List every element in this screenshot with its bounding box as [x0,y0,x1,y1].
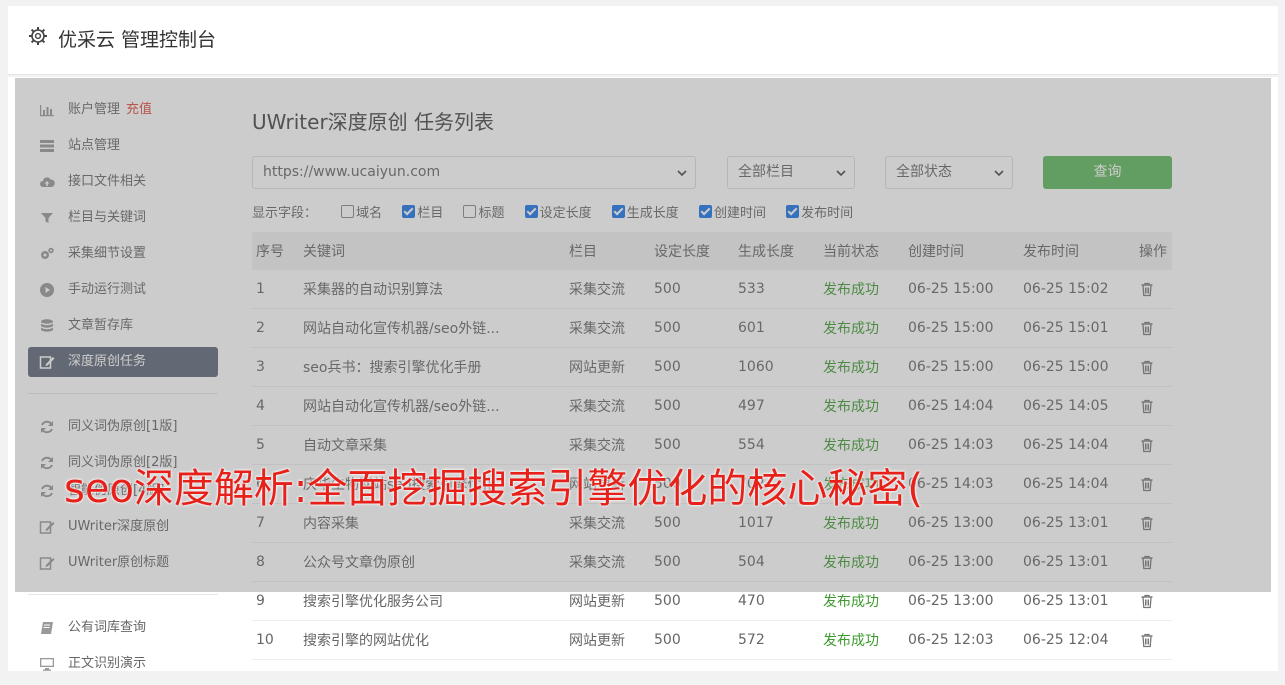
top-header: 优采云 管理控制台 [8,6,1278,75]
trash-icon[interactable] [1139,632,1155,648]
row-actions [1135,620,1172,660]
table-cell: 发布成功 [819,620,904,660]
table-cell: 500 [650,620,734,660]
table-cell: 10 [252,620,299,660]
dim-overlay [15,78,1271,592]
table-row: 10 搜索引擎的网站优化 网站更新 500 572 发布成功 06-25 12:03 06-2… [252,620,1172,660]
book-icon [41,622,53,634]
sidebar-item-label: 正文识别演示 [68,656,147,671]
table-cell: 06-25 12:04 [1019,620,1135,660]
table-cell: 572 [734,620,819,660]
overlay-banner-text: seo深度解析:全面挖掘搜索引擎优化的核心秘密( [64,466,924,512]
app-title: 优采云 管理控制台 [58,29,217,51]
sidebar-item-text-recognition[interactable]: 正文识别演示 [28,649,218,679]
table-cell: 网站更新 [565,620,650,660]
trash-icon[interactable] [1139,593,1155,609]
gear-icon[interactable] [28,26,48,46]
sidebar-item-public-dictionary[interactable]: 公有词库查询 [28,613,218,643]
table-cell: 搜索引擎的网站优化 [299,620,565,660]
sidebar-item-label: 公有词库查询 [68,620,147,635]
table-cell: 06-25 12:03 [904,620,1019,660]
monitor-icon [40,658,54,671]
sidebar-divider [28,594,218,595]
